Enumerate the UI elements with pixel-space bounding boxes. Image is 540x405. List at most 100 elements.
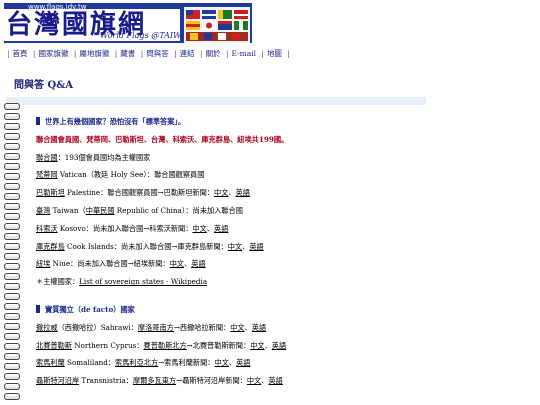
spiral-ring (4, 183, 20, 190)
link-palestine[interactable]: 巴勒斯坦 (36, 188, 65, 197)
heading-bullet-icon (36, 117, 40, 125)
link-niue[interactable]: 紐埃 (36, 259, 50, 268)
row-text: Taiwan（ (50, 205, 86, 215)
section-heading: 世界上有幾個國家？恐怕沒有「標準答案」。 (36, 113, 526, 131)
news-chinese-link[interactable]: 中文 (228, 242, 242, 251)
spiral-ring (4, 243, 20, 250)
link-taiwan[interactable]: 臺灣 (36, 206, 50, 215)
row-text-b: →聶斯特河沿岸新聞： (176, 376, 247, 386)
link-region[interactable]: 賽普勒斯北方 (144, 341, 187, 350)
heading-bullet-icon (36, 304, 40, 313)
row-text: Transnistria： (79, 376, 133, 386)
link-region[interactable]: 摩洛哥南方 (138, 323, 174, 332)
spiral-ring (4, 123, 20, 130)
link-roc[interactable]: 中華民國 (86, 206, 115, 215)
sovereign-prefix: ＊主權國家： (36, 277, 80, 287)
section1-heading-text: 世界上有幾個國家？恐怕沒有「標準答案」。 (45, 117, 186, 126)
separator: 、 (206, 223, 215, 233)
news-english-link[interactable]: 英語 (191, 259, 205, 268)
country-summary: 聯合國會員國、梵蒂岡、巴勒斯坦、台灣、科索沃、庫克群島、紐埃共199國。 (36, 134, 289, 144)
row-text: Niue：尚未加入聯合國→紐埃新聞： (50, 259, 170, 269)
news-english-link[interactable]: 英語 (268, 376, 282, 385)
news-chinese-link[interactable]: 中文 (192, 224, 206, 233)
news-chinese-link[interactable]: 中文 (247, 376, 261, 385)
row-text-b: →北賽普勒斯新聞： (186, 340, 251, 350)
list-item: 聶斯特河沿岸 Transnistria：摩爾多瓦東方→聶斯特河沿岸新聞：中文、英… (36, 372, 526, 390)
row-text-b: →索馬利蘭新聞： (158, 358, 215, 368)
link-somaliland[interactable]: 索馬利蘭 (36, 358, 65, 367)
site-banner[interactable]: www.flags.idv.tw 台灣國旗網 World Flags @TAIW… (4, 3, 252, 43)
nav-home[interactable]: 首頁 (13, 49, 28, 58)
list-item: 紐埃 Niue：尚未加入聯合國→紐埃新聞：中文、英語 (36, 255, 526, 273)
row-text: （西撒哈拉）Sahrawi： (57, 322, 138, 332)
news-english-link[interactable]: 英語 (236, 358, 250, 367)
link-un[interactable]: 聯合國 (36, 153, 58, 162)
list-item: ＊主權國家：List of sovereign states - Wikiped… (36, 273, 526, 291)
link-northern-cyprus[interactable]: 北賽普勒斯 (36, 341, 72, 350)
spiral-ring (4, 373, 20, 380)
nav-links[interactable]: 連結 (180, 49, 195, 58)
link-cook-islands[interactable]: 庫克群島 (36, 242, 65, 251)
spiral-ring (4, 363, 20, 370)
banner-subtitle: World Flags @TAIWAN (100, 31, 194, 40)
nav-national-flags[interactable]: 國家旗徽 (38, 49, 68, 58)
link-kosovo[interactable]: 科索沃 (36, 224, 58, 233)
list-item: 臺灣 Taiwan（中華民國 Republic of China）：尚未加入聯合… (36, 202, 526, 220)
spiral-ring (4, 313, 20, 320)
nav-territory-flags[interactable]: 屬地旗徽 (79, 49, 109, 58)
news-english-link[interactable]: 英語 (214, 224, 228, 233)
row-text: Palestine：聯合國觀察員國→巴勒斯坦新聞： (64, 188, 214, 198)
row-text: ：193個會員國均為主權國家 (57, 152, 151, 162)
spiral-ring (4, 353, 20, 360)
spiral-ring (4, 203, 20, 210)
news-chinese-link[interactable]: 中文 (250, 341, 264, 350)
section-heading: 實質獨立（de facto）國家 (36, 301, 526, 319)
spiral-ring (4, 253, 20, 260)
spiral-ring (4, 113, 20, 120)
list-item: 梵蒂岡 Vatican（教廷 Holy See）：聯合國觀察員國 (36, 166, 526, 184)
spiral-ring (4, 263, 20, 270)
news-english-link[interactable]: 英語 (272, 341, 286, 350)
title-rule (6, 97, 426, 105)
nav-about[interactable]: 關於 (206, 49, 221, 58)
spiral-ring (4, 133, 20, 140)
news-chinese-link[interactable]: 中文 (230, 323, 244, 332)
link-region[interactable]: 索馬利亞北方 (115, 358, 158, 367)
separator: 、 (244, 322, 252, 332)
news-chinese-link[interactable]: 中文 (215, 358, 229, 367)
spiral-ring (4, 163, 20, 170)
row-text: Northern Cyprus： (71, 340, 144, 350)
link-region[interactable]: 摩爾多瓦東方 (133, 376, 176, 385)
spiral-ring (4, 233, 20, 240)
separator: 、 (228, 358, 237, 368)
spiral-binding-icon (2, 103, 20, 405)
nav-email[interactable]: E-mail (231, 49, 256, 58)
list-item: 巴勒斯坦 Palestine：聯合國觀察員國→巴勒斯坦新聞：中文、英語 (36, 184, 526, 202)
list-item: 索馬利蘭 Somaliland：索馬利亞北方→索馬利蘭新聞：中文、英語 (36, 354, 526, 372)
spiral-ring (4, 393, 20, 400)
row-text: Somaliland： (64, 358, 116, 368)
nav-books[interactable]: 藏書 (120, 49, 135, 58)
news-english-link[interactable]: 英語 (236, 188, 250, 197)
link-vatican[interactable]: 梵蒂岡 (36, 170, 58, 179)
qa-content: 世界上有幾個國家？恐怕沒有「標準答案」。 聯合國會員國、梵蒂岡、巴勒斯坦、台灣、… (36, 113, 526, 390)
news-english-link[interactable]: 英語 (249, 242, 263, 251)
news-chinese-link[interactable]: 中文 (170, 259, 184, 268)
separator: 、 (264, 340, 272, 350)
wikipedia-sovereign-link[interactable]: List of sovereign states - Wikipedia (79, 277, 207, 286)
nav-sitemap[interactable]: 地圖 (267, 49, 282, 58)
spiral-ring (4, 283, 20, 290)
link-transnistria[interactable]: 聶斯特河沿岸 (36, 376, 79, 385)
spiral-ring (4, 153, 20, 160)
link-sahrawi[interactable]: 撒拉威 (36, 323, 58, 332)
news-english-link[interactable]: 英語 (252, 323, 266, 332)
news-chinese-link[interactable]: 中文 (214, 188, 228, 197)
row-text: Vatican（教廷 Holy See）：聯合國觀察員國 (57, 170, 205, 180)
separator: 、 (228, 188, 236, 198)
spiral-ring (4, 213, 20, 220)
spiral-ring (4, 223, 20, 230)
row-text-b: Republic of China）：尚未加入聯合國 (114, 205, 243, 215)
spiral-ring (4, 333, 20, 340)
nav-qa[interactable]: 問與答 (146, 49, 169, 58)
spiral-ring (4, 193, 20, 200)
